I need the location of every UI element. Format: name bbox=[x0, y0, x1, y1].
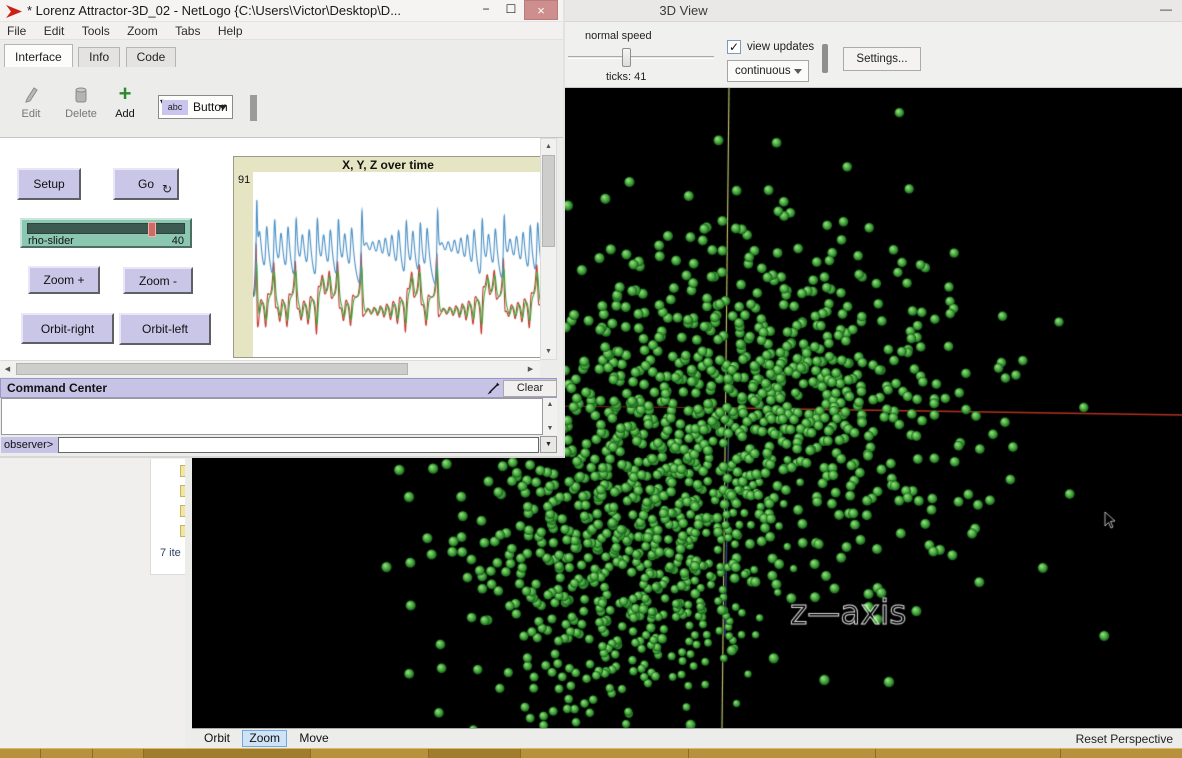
explorer-items-count: 7 ite bbox=[160, 547, 181, 559]
abc-icon: abc bbox=[162, 100, 188, 115]
taskbar-button[interactable] bbox=[1060, 749, 1182, 758]
forever-icon: ↻ bbox=[162, 182, 172, 196]
view-updates-label: view updates bbox=[747, 41, 814, 53]
command-center-scrollbar[interactable]: ▲ ▼ bbox=[543, 398, 557, 435]
speed-slider-thumb[interactable] bbox=[622, 48, 631, 67]
chevron-down-icon bbox=[794, 69, 802, 74]
speed-slider-label: normal speed bbox=[585, 30, 652, 42]
3d-nav-bar: Orbit Zoom Move Reset Perspective bbox=[192, 728, 1182, 749]
minimize-icon[interactable]: — bbox=[1160, 0, 1172, 18]
zoom-in-button[interactable]: Zoom + bbox=[28, 266, 100, 294]
slider-thumb[interactable] bbox=[148, 222, 156, 237]
tab-code[interactable]: Code bbox=[126, 47, 177, 67]
taskbar-button[interactable] bbox=[520, 749, 688, 758]
update-mode-dropdown[interactable]: continuous bbox=[727, 60, 809, 82]
menu-tabs[interactable]: Tabs bbox=[168, 22, 207, 40]
netlogo-titlebar[interactable]: * Lorenz Attractor-3D_02 - NetLogo {C:\U… bbox=[0, 0, 563, 22]
taskbar-button[interactable] bbox=[310, 749, 428, 758]
window-title: * Lorenz Attractor-3D_02 - NetLogo {C:\U… bbox=[27, 3, 401, 18]
scroll-up-icon[interactable]: ▲ bbox=[541, 139, 556, 154]
vertical-scrollbar[interactable]: ▲ ▼ bbox=[540, 138, 557, 360]
taskbar-button[interactable] bbox=[875, 749, 1060, 758]
toolbar-separator-handle[interactable] bbox=[250, 95, 257, 121]
plot-widget: X, Y, Z over time 91 bbox=[233, 156, 540, 358]
scrollbar-thumb[interactable] bbox=[16, 363, 408, 375]
desktop: 7 ite 3D View — normal speed ticks: 41 ✓… bbox=[0, 0, 1182, 758]
add-widget-button[interactable]: + Add bbox=[110, 85, 140, 120]
zoom-out-button[interactable]: Zoom - bbox=[123, 267, 193, 294]
toolbar-separator-handle[interactable] bbox=[822, 44, 828, 73]
trash-icon bbox=[60, 85, 102, 105]
scroll-down-icon[interactable]: ▼ bbox=[541, 344, 556, 359]
widget-type-dropdown[interactable]: ▾ abc Button bbox=[158, 95, 233, 119]
nav-tab-zoom[interactable]: Zoom bbox=[242, 730, 287, 747]
menu-zoom[interactable]: Zoom bbox=[120, 22, 165, 40]
setup-button[interactable]: Setup bbox=[17, 168, 81, 200]
taskbar-button[interactable] bbox=[92, 749, 143, 758]
pencil-icon bbox=[14, 85, 48, 105]
tab-info[interactable]: Info bbox=[78, 47, 120, 67]
menu-edit[interactable]: Edit bbox=[37, 22, 72, 40]
close-icon[interactable]: × bbox=[524, 0, 558, 20]
scroll-left-icon[interactable]: ◀ bbox=[0, 362, 15, 377]
interface-widgets-panel: Setup Go ↻ rho-slider 40 Zoom + Zoom - O… bbox=[0, 138, 540, 360]
plus-icon: + bbox=[110, 85, 140, 105]
scroll-up-icon[interactable]: ▲ bbox=[543, 401, 557, 408]
clear-button[interactable]: Clear bbox=[503, 380, 557, 397]
delete-widget-button[interactable]: Delete bbox=[60, 85, 102, 120]
explorer-window-fragment: 7 ite bbox=[0, 455, 192, 748]
expand-icon[interactable] bbox=[487, 382, 500, 395]
command-center-title: Command Center bbox=[7, 381, 107, 395]
ticks-counter: ticks: 41 bbox=[606, 71, 646, 83]
rho-slider[interactable]: rho-slider 40 bbox=[20, 218, 192, 248]
settings-button[interactable]: Settings... bbox=[843, 47, 921, 71]
3d-view-title: 3D View bbox=[659, 3, 707, 18]
plot-title: X, Y, Z over time bbox=[234, 158, 540, 172]
menu-help[interactable]: Help bbox=[211, 22, 250, 40]
command-center-output[interactable] bbox=[1, 398, 543, 435]
command-center-header: Command Center Clear bbox=[0, 378, 557, 398]
scroll-down-icon[interactable]: ▼ bbox=[543, 425, 557, 432]
nav-tab-move[interactable]: Move bbox=[292, 730, 335, 747]
observer-row: observer> ▼ bbox=[1, 436, 557, 453]
agent-type-dropdown[interactable]: ▼ bbox=[540, 436, 557, 453]
taskbar-button[interactable] bbox=[688, 749, 875, 758]
go-button[interactable]: Go ↻ bbox=[113, 168, 179, 200]
explorer-file-list: 7 ite bbox=[150, 459, 188, 575]
menubar: File Edit Tools Zoom Tabs Help bbox=[0, 22, 563, 40]
taskbar-button[interactable] bbox=[143, 749, 310, 758]
chevron-down-icon bbox=[219, 105, 227, 110]
slider-value: 40 bbox=[172, 235, 184, 247]
nav-tab-orbit[interactable]: Orbit bbox=[197, 730, 237, 747]
orbit-right-button[interactable]: Orbit-right bbox=[21, 313, 114, 344]
scroll-right-icon[interactable]: ▶ bbox=[523, 362, 538, 377]
update-mode-value: continuous bbox=[735, 65, 791, 77]
orbit-left-button[interactable]: Orbit-left bbox=[119, 313, 211, 345]
netlogo-window: * Lorenz Attractor-3D_02 - NetLogo {C:\U… bbox=[0, 0, 565, 458]
menu-tools[interactable]: Tools bbox=[75, 22, 117, 40]
interface-toolbar: Edit Delete + Add ▾ abc Button bbox=[0, 68, 563, 138]
slider-label: rho-slider bbox=[28, 235, 74, 247]
maximize-icon[interactable]: ☐ bbox=[499, 0, 523, 20]
tab-interface[interactable]: Interface bbox=[4, 44, 73, 67]
taskbar-button[interactable] bbox=[428, 749, 520, 758]
scrollbar-thumb[interactable] bbox=[542, 155, 555, 247]
minimize-icon[interactable]: − bbox=[474, 0, 498, 20]
netlogo-logo-icon bbox=[5, 4, 23, 19]
taskbar[interactable] bbox=[0, 748, 1182, 758]
menu-file[interactable]: File bbox=[0, 22, 33, 40]
slider-track[interactable] bbox=[27, 223, 185, 234]
taskbar-button[interactable] bbox=[40, 749, 92, 758]
edit-widget-button[interactable]: Edit bbox=[14, 85, 48, 120]
scrollbar-corner bbox=[540, 360, 557, 377]
speed-slider-track[interactable] bbox=[568, 56, 714, 59]
tab-bar: Interface Info Code bbox=[0, 40, 563, 68]
command-input[interactable] bbox=[58, 437, 539, 453]
view-updates-checkbox[interactable]: ✓ bbox=[727, 40, 741, 54]
observer-prompt: observer> bbox=[1, 437, 58, 453]
reset-perspective-button[interactable]: Reset Perspective bbox=[1076, 732, 1173, 746]
horizontal-scrollbar[interactable]: ◀ ▶ bbox=[0, 360, 540, 377]
plot-canvas bbox=[253, 172, 540, 357]
plot-y-max-label: 91 bbox=[238, 174, 250, 186]
